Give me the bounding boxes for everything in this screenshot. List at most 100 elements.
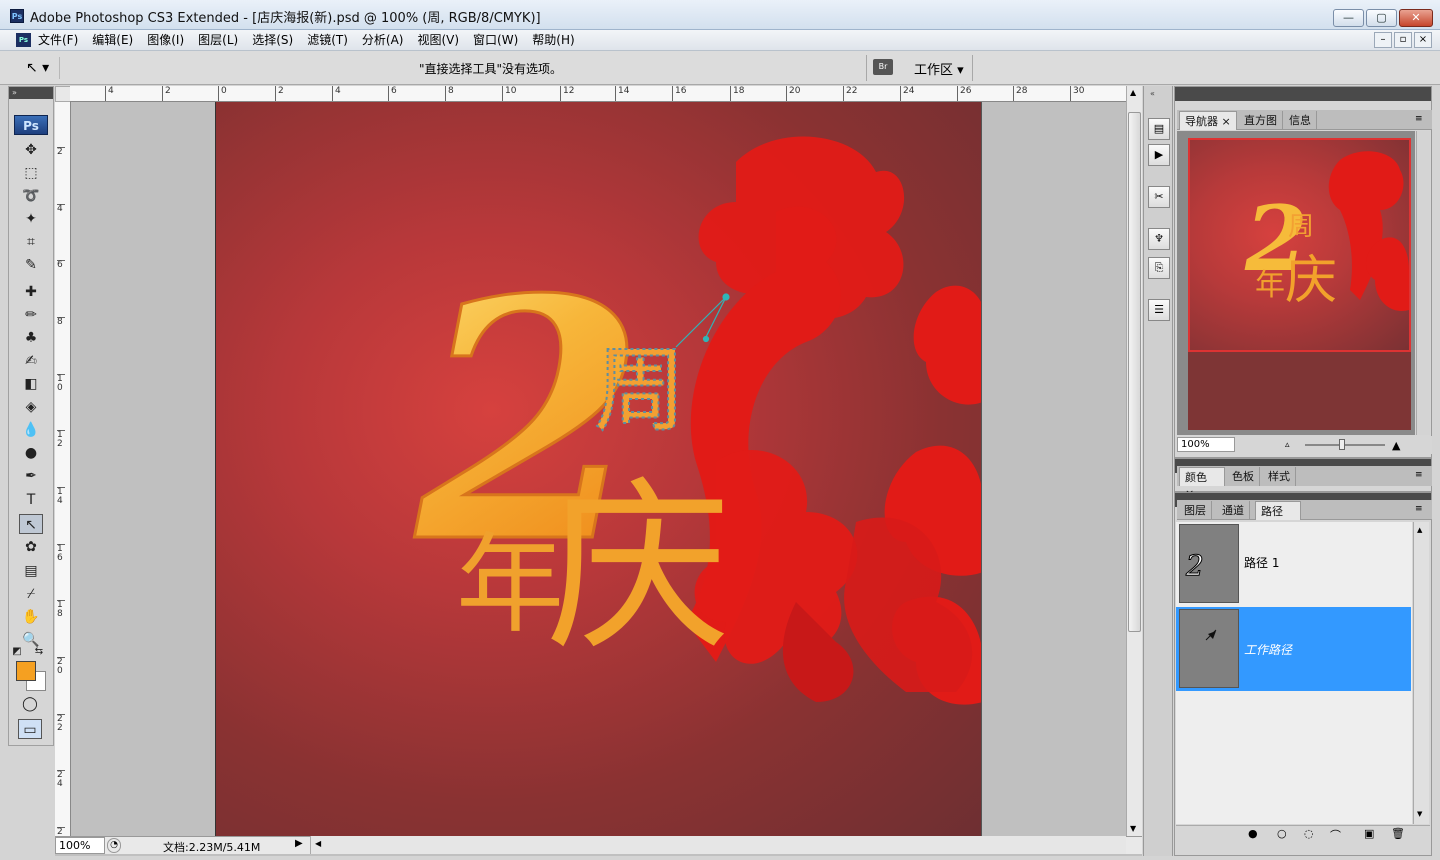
menu-layer[interactable]: 图层(L)	[198, 32, 245, 49]
new-path-icon[interactable]: ▣	[1364, 827, 1374, 840]
fill-path-icon[interactable]: ●	[1248, 827, 1258, 840]
photoshop-logo[interactable]: Ps	[14, 115, 48, 135]
tab-histogram[interactable]: 直方图	[1239, 111, 1283, 130]
make-work-path-icon[interactable]: ⌒	[1330, 827, 1341, 843]
menu-filter[interactable]: 滤镜(T)	[307, 32, 355, 49]
doc-minimize-button[interactable]: –	[1374, 32, 1392, 48]
minimize-button[interactable]: —	[1333, 9, 1364, 27]
notes-tool[interactable]: ▤	[19, 561, 43, 581]
layer-comps-icon[interactable]: ☰	[1148, 299, 1170, 321]
zoom-slider-thumb[interactable]	[1339, 439, 1345, 450]
ruler-origin[interactable]	[55, 86, 71, 102]
vertical-ruler[interactable]: 2 4 6 8 10 12 14 16 18 20 22 24 2	[55, 102, 71, 836]
clone-source-icon[interactable]: ⎘	[1148, 257, 1170, 279]
scroll-left-icon[interactable]: ◀	[315, 839, 321, 848]
navigator-scrollbar[interactable]	[1416, 131, 1430, 435]
paint-bucket-tool[interactable]: ◈	[19, 397, 43, 417]
canvas[interactable]: 2 周 年 庆	[215, 102, 982, 836]
doc-close-button[interactable]: ×	[1414, 32, 1432, 48]
paths-menu-icon[interactable]: ≡	[1415, 504, 1423, 514]
menu-edit[interactable]: 编辑(E)	[92, 32, 140, 49]
color-menu-icon[interactable]: ≡	[1415, 470, 1423, 480]
tool-presets-icon[interactable]: ✂	[1148, 186, 1170, 208]
zoom-slider[interactable]	[1305, 444, 1385, 446]
swap-colors-icon[interactable]: ⇆	[32, 646, 46, 658]
dock-expand-icon[interactable]: «	[1150, 89, 1155, 98]
document-icon[interactable]: Ps	[16, 33, 31, 47]
menu-help[interactable]: 帮助(H)	[532, 32, 581, 49]
tab-info[interactable]: 信息	[1284, 111, 1317, 130]
workspace-menu[interactable]: 工作区 ▾	[914, 59, 964, 78]
magic-wand-tool[interactable]: ✦	[19, 209, 43, 229]
menu-analysis[interactable]: 分析(A)	[362, 32, 411, 49]
path-thumbnail: 2	[1179, 524, 1239, 603]
scroll-up-icon[interactable]: ▲	[1130, 88, 1136, 97]
zoom-level-field[interactable]: 100%	[55, 837, 105, 854]
paths-scroll-up-icon[interactable]: ▲	[1417, 526, 1422, 534]
navigator-menu-icon[interactable]: ≡	[1415, 114, 1423, 124]
ruler-top-tick: 28	[1013, 86, 1027, 101]
move-tool[interactable]: ✥	[19, 140, 43, 160]
menu-window[interactable]: 窗口(W)	[473, 32, 525, 49]
doc-restore-button[interactable]: ▫	[1394, 32, 1412, 48]
load-selection-icon[interactable]: ◌	[1304, 827, 1314, 840]
brushes-icon[interactable]: ♆	[1148, 228, 1170, 250]
horizontal-ruler[interactable]: 4 2 0 2 4 6 8 10 12 14 16 18 20 22 24 26 28 30	[70, 86, 1126, 102]
blur-tool[interactable]: 💧	[19, 420, 43, 440]
vertical-scrollbar[interactable]: ▲ ▼	[1126, 86, 1142, 836]
zoom-in-icon[interactable]: ▲	[1392, 439, 1400, 452]
tab-layers[interactable]: 图层	[1179, 501, 1212, 520]
stroke-path-icon[interactable]: ○	[1277, 827, 1287, 840]
brush-tool[interactable]: ✏	[19, 305, 43, 325]
maximize-button[interactable]: ▢	[1366, 9, 1397, 27]
dodge-tool[interactable]: ●	[19, 443, 43, 463]
actions-icon[interactable]: ▶	[1148, 144, 1170, 166]
crop-tool[interactable]: ⌗	[19, 232, 43, 252]
menu-select[interactable]: 选择(S)	[252, 32, 300, 49]
tab-color[interactable]: 颜色 ×	[1179, 467, 1225, 500]
close-button[interactable]: ✕	[1399, 9, 1433, 27]
paths-scroll-down-icon[interactable]: ▼	[1417, 810, 1422, 818]
horizontal-scrollbar[interactable]: ◀	[310, 836, 1126, 854]
tab-styles[interactable]: 样式	[1263, 467, 1296, 486]
lasso-tool[interactable]: ➰	[19, 186, 43, 206]
healing-brush-tool[interactable]: ✚	[19, 282, 43, 302]
slice-tool[interactable]: ✎	[19, 255, 43, 275]
tab-channels[interactable]: 通道	[1217, 501, 1250, 520]
scroll-down-icon[interactable]: ▼	[1130, 824, 1136, 833]
status-arrow-icon[interactable]: ▶	[295, 838, 307, 853]
history-brush-tool[interactable]: ✍	[19, 351, 43, 371]
path-item-work[interactable]: 工作路径	[1176, 607, 1411, 691]
type-tool[interactable]: T	[19, 490, 43, 510]
menu-file[interactable]: 文件(F)	[38, 32, 85, 49]
delete-path-icon[interactable]: 🗑	[1391, 827, 1405, 840]
status-menu-icon[interactable]: ◔	[107, 838, 121, 853]
path-item-1[interactable]: 2 路径 1	[1176, 522, 1411, 606]
tab-swatches[interactable]: 色板	[1227, 467, 1260, 486]
custom-shape-tool[interactable]: ✿	[19, 537, 43, 557]
bridge-icon[interactable]: Br	[873, 59, 893, 75]
default-colors-icon[interactable]: ◩	[10, 646, 24, 658]
vertical-scroll-thumb[interactable]	[1128, 112, 1141, 632]
tab-paths[interactable]: 路径 ×	[1255, 501, 1301, 534]
screen-mode-icon[interactable]: ▭	[18, 719, 42, 739]
foreground-color-swatch[interactable]	[16, 661, 36, 681]
direct-selection-tool[interactable]: ↖	[19, 514, 43, 534]
clone-stamp-tool[interactable]: ♣	[19, 328, 43, 348]
pen-tool[interactable]: ✒	[19, 466, 43, 486]
tab-navigator[interactable]: 导航器 ×	[1179, 111, 1237, 130]
marquee-tool[interactable]: ⬚	[19, 163, 43, 183]
tools-panel-header[interactable]: »	[9, 87, 53, 99]
navigator-zoom-field[interactable]: 100%	[1177, 437, 1235, 452]
tool-preset-picker[interactable]: ↖ ▾	[20, 57, 60, 79]
quick-mask-icon[interactable]: ◯	[18, 694, 42, 714]
hand-tool[interactable]: ✋	[19, 607, 43, 627]
menu-view[interactable]: 视图(V)	[417, 32, 466, 49]
navigator-view-box[interactable]: 2 周 年 庆	[1188, 138, 1411, 352]
eyedropper-tool[interactable]: ⌿	[19, 584, 43, 604]
paths-scrollbar[interactable]: ▲ ▼	[1413, 522, 1429, 824]
history-icon[interactable]: ▤	[1148, 118, 1170, 140]
zoom-out-icon[interactable]: ▵	[1285, 440, 1290, 450]
menu-image[interactable]: 图像(I)	[147, 32, 191, 49]
eraser-tool[interactable]: ◧	[19, 374, 43, 394]
